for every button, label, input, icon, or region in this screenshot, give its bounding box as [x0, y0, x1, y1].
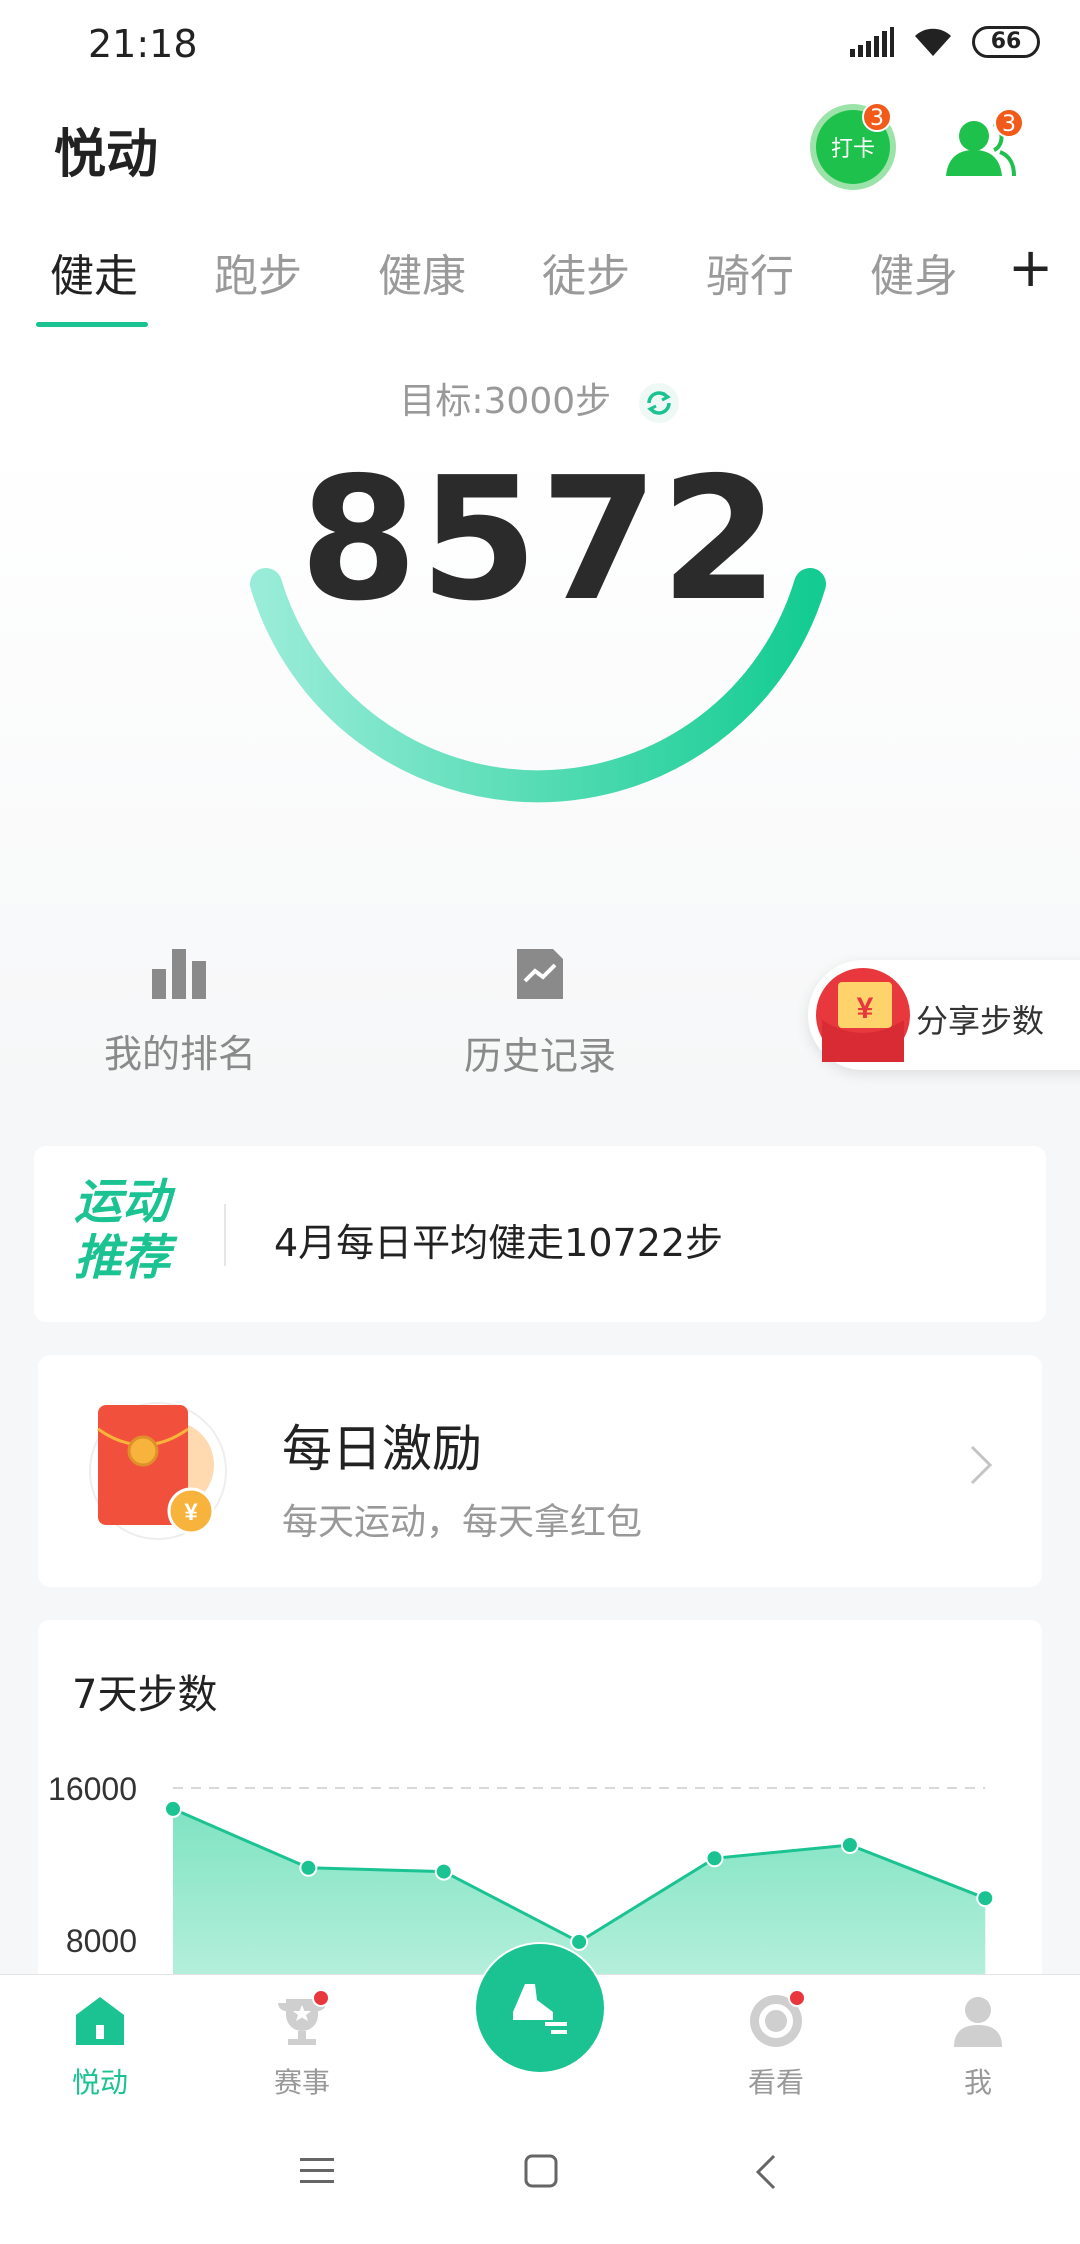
battery-icon: 66 [972, 26, 1040, 58]
start-sport-circle [476, 1944, 604, 2072]
progress-arc [250, 568, 826, 803]
friends-button[interactable]: 3 [944, 108, 1024, 182]
chart-data-point [164, 1799, 182, 1818]
sport-recommend-card[interactable]: 运动 推荐 4月每日平均健走10722步 [34, 1146, 1046, 1322]
menu-icon[interactable] [300, 2154, 334, 2188]
watch-notification-dot [788, 1989, 806, 2007]
events-notification-dot [312, 1989, 330, 2007]
nav-label-events: 赛事 [273, 2066, 330, 2099]
red-envelope-icon: ¥ [816, 968, 910, 1062]
share-yuan-symbol: ¥ [857, 992, 874, 1025]
home-square-icon[interactable] [524, 2154, 558, 2188]
nav-events[interactable]: 赛事 [232, 1989, 372, 2101]
status-time: 21:18 [88, 22, 198, 66]
share-steps-label: 分享步数 [916, 1002, 1045, 1040]
checkin-label: 打卡 [830, 137, 875, 162]
chart-data-point [705, 1849, 724, 1868]
history-button[interactable]: 历史记录 [430, 945, 650, 1080]
nav-label-watch: 看看 [747, 2066, 804, 2099]
share-steps-button[interactable]: ¥ 分享步数 [808, 960, 1080, 1070]
history-label: 历史记录 [463, 1034, 616, 1078]
tab-walk[interactable]: 健走 [50, 240, 138, 304]
chart-data-point [570, 1932, 589, 1951]
tab-hike[interactable]: 徒步 [542, 240, 630, 304]
incentive-title: 每日激励 [282, 1420, 482, 1478]
sport-tabs: 健走 跑步 健康 徒步 骑行 健身 + [0, 230, 1080, 330]
recommend-text: 4月每日平均健走10722步 [274, 1221, 724, 1265]
status-bar: 21:18 66 [0, 0, 1080, 90]
chart-data-point [434, 1862, 453, 1881]
tab-run[interactable]: 跑步 [214, 240, 302, 304]
my-ranking-label: 我的排名 [103, 1032, 256, 1076]
tab-health[interactable]: 健康 [378, 240, 466, 304]
incentive-subtitle: 每天运动，每天拿红包 [282, 1502, 643, 1543]
checkin-button[interactable]: 打卡 3 [816, 102, 892, 184]
tab-cycle[interactable]: 骑行 [706, 240, 794, 304]
chart-data-point [840, 1836, 859, 1854]
goal-row: 目标:3000步 [0, 372, 1080, 425]
nav-yuedong[interactable]: 悦动 [30, 1993, 170, 2101]
start-sport-button[interactable] [474, 1942, 606, 2074]
friends-badge: 3 [994, 108, 1024, 138]
checkin-badge: 3 [862, 102, 892, 132]
recommend-title: 运动 推荐 [74, 1174, 171, 1286]
status-icons: 66 [850, 26, 1040, 58]
profile-icon [954, 1997, 1002, 2047]
signal-icon [850, 27, 894, 57]
back-icon[interactable] [754, 2154, 778, 2190]
chart-y-tick-label: 16000 [48, 1771, 137, 1807]
daily-incentive-card[interactable]: ¥ 每日激励 每天运动，每天拿红包 [38, 1355, 1042, 1587]
home-icon [76, 1997, 124, 2045]
refresh-icon[interactable] [637, 381, 681, 425]
progress-dial [250, 568, 826, 803]
nav-me[interactable]: 我 [908, 1993, 1048, 2101]
my-ranking-button[interactable]: 我的排名 [70, 945, 290, 1078]
nav-label-yuedong: 悦动 [71, 2066, 128, 2099]
system-nav-bar [0, 2112, 1080, 2244]
nav-watch[interactable]: 看看 [706, 1989, 846, 2101]
chart-data-point [299, 1858, 318, 1877]
tab-fitness[interactable]: 健身 [870, 240, 958, 304]
history-chart-icon [517, 949, 563, 999]
chart-y-tick-label: 8000 [66, 1923, 137, 1959]
nav-label-me: 我 [963, 2066, 992, 2099]
goal-label: 目标:3000步 [399, 381, 612, 422]
app-title: 悦动 [54, 125, 159, 185]
red-packet-icon: ¥ [89, 1402, 227, 1540]
recommend-divider [224, 1204, 226, 1266]
chart-data-point [976, 1889, 995, 1908]
add-tab-button[interactable]: + [1008, 236, 1053, 299]
sport-shoe-icon [513, 1984, 567, 2034]
tab-active-indicator [36, 322, 148, 327]
coin-yuan-symbol: ¥ [184, 1499, 198, 1526]
wifi-icon [915, 28, 951, 56]
chevron-right-icon [970, 1445, 993, 1485]
bar-chart-icon [152, 949, 206, 999]
